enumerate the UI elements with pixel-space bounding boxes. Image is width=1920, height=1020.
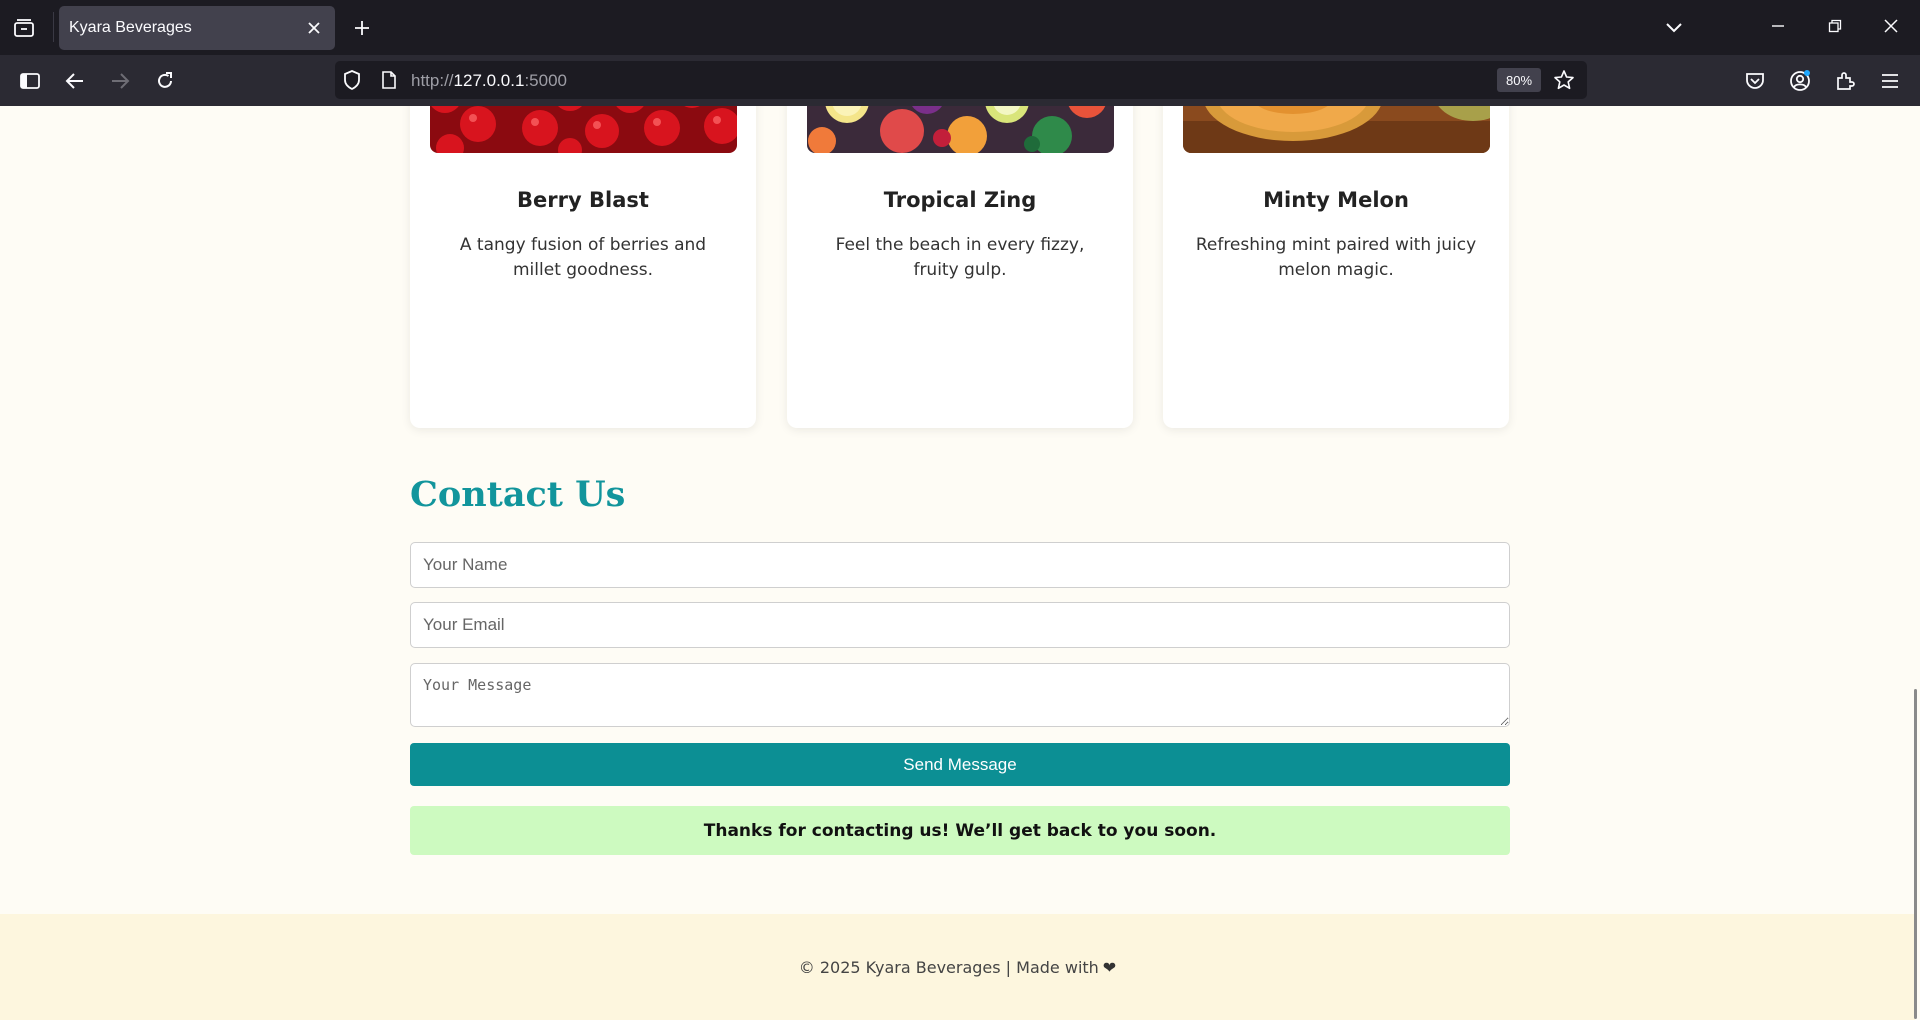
scrollbar-thumb[interactable] [1914,689,1917,1019]
card-title: Berry Blast [517,188,649,212]
footer: © 2025 Kyara Beverages | Made with ❤ [0,914,1915,1020]
card-description: Refreshing mint paired with juicy melon … [1195,235,1477,280]
success-message-text: Thanks for contacting us! We’ll get back… [703,820,1217,841]
zoom-level-badge[interactable]: 80% [1497,68,1541,92]
product-card: Minty Melon Refreshing mint paired with … [1163,106,1509,428]
close-window-icon[interactable] [1868,6,1914,46]
card-description: Feel the beach in every fizzy, fruity gu… [835,235,1085,280]
name-field[interactable] [410,542,1510,588]
minimize-icon[interactable] [1755,6,1801,46]
browser-tab-bar: Kyara Beverages [0,0,1920,55]
card-title: Minty Melon [1263,188,1409,212]
close-tab-icon[interactable] [303,17,325,39]
heart-icon: ❤ [1102,957,1117,977]
contact-title: Contact Us [410,474,626,515]
url-bar[interactable]: http://127.0.0.1:5000 80% [335,61,1587,99]
red-berries-photo [430,106,737,153]
message-field[interactable] [410,663,1510,727]
tropical-fruits-photo [807,106,1114,153]
pocket-icon[interactable] [1739,65,1771,97]
reload-icon[interactable] [149,65,181,97]
footer-text: © 2025 Kyara Beverages | Made with [798,957,1099,977]
browser-tab-active[interactable]: Kyara Beverages [59,6,335,50]
shield-icon[interactable] [341,69,363,96]
page-content: Berry Blast A tangy fusion of berries an… [0,106,1920,1020]
new-tab-icon[interactable] [348,14,376,42]
tab-separator [53,12,54,42]
chevron-down-icon[interactable] [1660,14,1688,42]
extensions-icon[interactable] [1829,65,1861,97]
melon-photo [1183,106,1490,153]
browser-nav-bar: http://127.0.0.1:5000 80% [0,55,1920,106]
menu-icon[interactable] [1874,65,1906,97]
send-message-button[interactable]: Send Message [410,743,1510,786]
url-text[interactable]: http://127.0.0.1:5000 [411,71,567,91]
back-arrow-icon[interactable] [59,65,91,97]
product-card: Berry Blast A tangy fusion of berries an… [410,106,756,428]
email-field[interactable] [410,602,1510,648]
card-title: Tropical Zing [883,188,1037,212]
sidebar-toggle-icon[interactable] [14,65,46,97]
product-card: Tropical Zing Feel the beach in every fi… [787,106,1133,428]
tab-title: Kyara Beverages [69,19,192,36]
restore-icon[interactable] [1812,6,1858,46]
page-icon[interactable] [380,70,398,95]
success-message: Thanks for contacting us! We’ll get back… [410,806,1510,855]
bookmark-star-icon[interactable] [1553,69,1575,96]
tab-list-icon[interactable] [10,14,38,42]
account-icon[interactable] [1784,65,1816,97]
forward-arrow-icon[interactable] [104,65,136,97]
card-description: A tangy fusion of berries and millet goo… [459,235,707,280]
